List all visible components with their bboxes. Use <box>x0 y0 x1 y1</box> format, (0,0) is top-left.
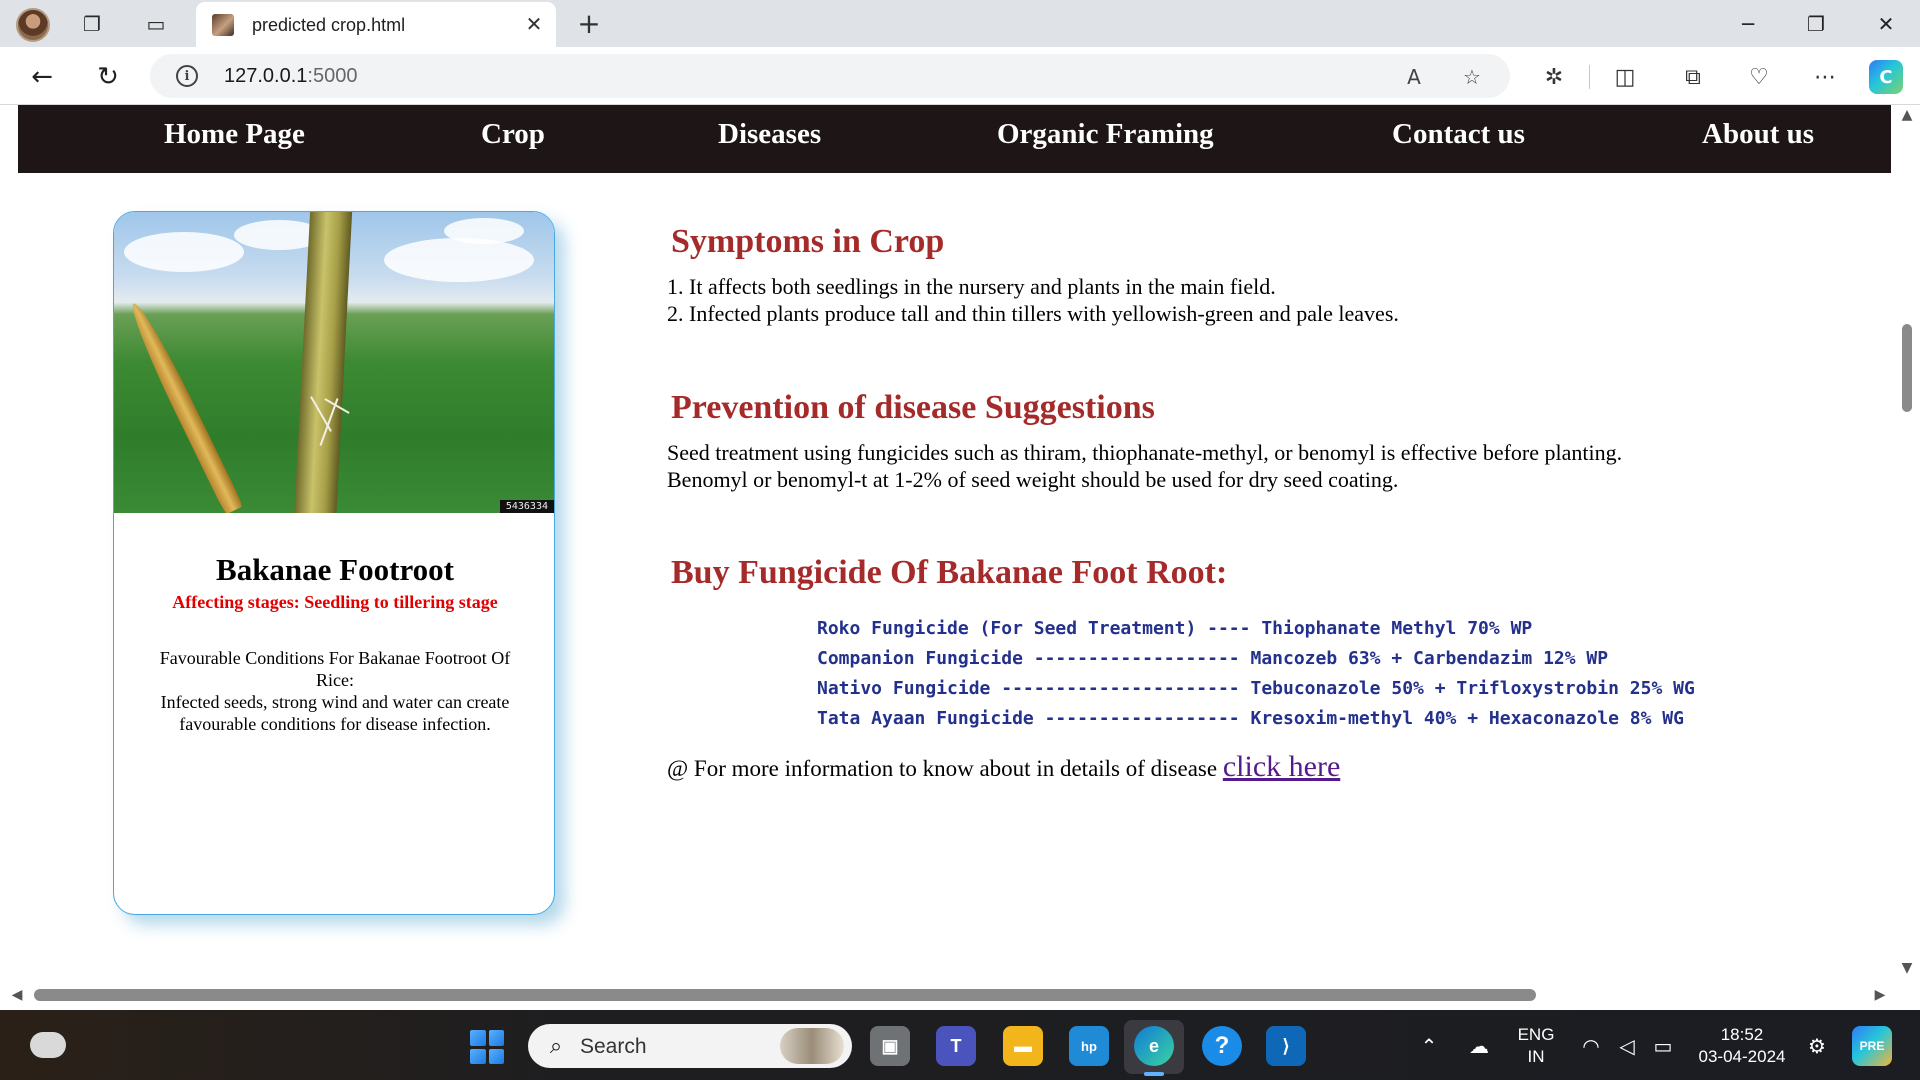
fungicide-item: Companion Fungicide ------------------- … <box>817 648 1609 669</box>
vertical-scroll-thumb[interactable] <box>1902 324 1912 412</box>
fungicide-item: Roko Fungicide (For Seed Treatment) ----… <box>817 618 1533 639</box>
fungicide-item: Nativo Fungicide ---------------------- … <box>817 678 1695 699</box>
copilot-taskbar-icon[interactable]: PRE <box>1852 1026 1892 1066</box>
task-view-icon[interactable]: ▣ <box>870 1026 910 1066</box>
scroll-left-arrow-icon[interactable]: ◀ <box>8 986 26 1004</box>
scroll-up-arrow-icon[interactable]: ▲ <box>1899 107 1915 123</box>
toolbar-separator <box>1589 65 1590 89</box>
tab-actions-icon[interactable]: ▭ <box>140 8 172 40</box>
nav-diseases[interactable]: Diseases <box>718 118 821 151</box>
search-highlight-image <box>780 1028 844 1064</box>
search-placeholder: Search <box>580 1035 647 1058</box>
prevention-heading: Prevention of disease Suggestions <box>671 389 1155 426</box>
conditions-text: Infected seeds, strong wind and water ca… <box>160 692 510 734</box>
nav-organic-framing[interactable]: Organic Framing <box>997 118 1214 151</box>
clock[interactable]: 18:52 03-04-2024 <box>1694 1024 1790 1068</box>
prevention-line-1: Seed treatment using fungicides such as … <box>667 440 1623 465</box>
scroll-down-arrow-icon[interactable]: ▼ <box>1899 960 1915 976</box>
help-icon[interactable]: ? <box>1202 1026 1242 1066</box>
wifi-icon[interactable]: ◠ <box>1578 1034 1604 1058</box>
prevention-line-2: Benomyl or benomyl-t at 1-2% of seed wei… <box>667 467 1399 492</box>
conditions-heading: Favourable Conditions For Bakanae Footro… <box>159 648 511 690</box>
address-bar[interactable]: i 127.0.0.1:5000 A ☆ <box>150 54 1510 98</box>
nav-home-page[interactable]: Home Page <box>164 118 305 151</box>
onedrive-icon[interactable]: ☁ <box>1466 1034 1492 1058</box>
show-hidden-icons-icon[interactable]: ⌃ <box>1416 1034 1442 1058</box>
address-toolbar: ← ↻ i 127.0.0.1:5000 A ☆ ✲ ◫ ⧉ ♡ ⋯ C <box>0 47 1920 105</box>
more-menu-icon[interactable]: ⋯ <box>1808 60 1842 94</box>
language-indicator[interactable]: ENG IN <box>1510 1024 1562 1068</box>
browser-essentials-icon[interactable]: ♡ <box>1742 60 1776 94</box>
battery-icon[interactable]: ▭ <box>1650 1034 1676 1058</box>
start-button[interactable] <box>470 1030 504 1064</box>
refresh-button[interactable]: ↻ <box>90 59 126 95</box>
nav-about-us[interactable]: About us <box>1702 118 1814 151</box>
weather-widget-icon[interactable] <box>30 1032 66 1058</box>
nav-contact-us[interactable]: Contact us <box>1392 118 1525 151</box>
nav-crop[interactable]: Crop <box>481 118 545 151</box>
active-tab[interactable]: predicted crop.html ✕ <box>196 2 556 47</box>
scroll-right-arrow-icon[interactable]: ▶ <box>1871 986 1889 1004</box>
symptoms-heading: Symptoms in Crop <box>671 223 945 260</box>
split-screen-icon[interactable]: ◫ <box>1608 60 1642 94</box>
horizontal-scroll-thumb[interactable] <box>34 989 1536 1001</box>
file-explorer-icon[interactable]: ▬ <box>1003 1026 1043 1066</box>
read-aloud-icon[interactable]: A <box>1400 64 1428 90</box>
close-window-button[interactable]: ✕ <box>1864 6 1908 42</box>
new-tab-button[interactable]: + <box>574 7 604 40</box>
buy-fungicide-heading: Buy Fungicide Of Bakanae Foot Root: <box>671 554 1228 591</box>
vertical-scrollbar[interactable]: ▲ ▼ <box>1893 105 1920 990</box>
tab-favicon-icon <box>212 14 234 36</box>
tab-close-icon[interactable]: ✕ <box>522 12 546 36</box>
restore-button[interactable]: ❐ <box>1794 6 1838 42</box>
symptoms-line-1: 1. It affects both seedlings in the nurs… <box>667 274 1276 299</box>
tab-title: predicted crop.html <box>252 15 406 35</box>
site-navbar: Home Page Crop Diseases Organic Framing … <box>18 105 1891 173</box>
notifications-icon[interactable]: ⚙ <box>1804 1034 1830 1058</box>
symptoms-line-2: 2. Infected plants produce tall and thin… <box>667 301 1399 326</box>
collections-icon[interactable]: ⧉ <box>1676 60 1710 94</box>
click-here-link[interactable]: click here <box>1223 750 1340 783</box>
minimize-button[interactable]: ─ <box>1726 6 1770 42</box>
disease-title: Bakanae Footroot <box>216 552 454 587</box>
windows-taskbar: ⌕ Search ▣ T ▬ hp e ? ⟩ ⌃ ☁ ENG IN ◠ ◁ ▭… <box>0 1010 1920 1080</box>
image-watermark: 5436334 <box>499 500 554 513</box>
edge-running-indicator <box>1144 1072 1164 1076</box>
disease-card: 5436334 Bakanae Footroot Affecting stage… <box>113 211 555 915</box>
fungicide-item: Tata Ayaan Fungicide ------------------ … <box>817 708 1684 729</box>
more-info-line: @ For more information to know about in … <box>667 750 1340 784</box>
browser-tab-bar: ❐ ▭ predicted crop.html ✕ + ─ ❐ ✕ <box>0 0 1920 47</box>
favorite-star-icon[interactable]: ☆ <box>1458 64 1486 90</box>
copilot-icon[interactable]: C <box>1869 60 1903 94</box>
search-icon: ⌕ <box>549 1033 563 1059</box>
affecting-stages: Affecting stages: Seedling to tillering … <box>172 592 498 612</box>
back-button[interactable]: ← <box>24 59 60 95</box>
horizontal-scrollbar[interactable]: ◀ ▶ <box>0 980 1893 1010</box>
volume-icon[interactable]: ◁ <box>1614 1034 1640 1058</box>
teams-icon[interactable]: T <box>936 1026 976 1066</box>
more-info-text: @ For more information to know about in … <box>667 756 1223 781</box>
myhp-icon[interactable]: hp <box>1069 1026 1109 1066</box>
favourable-conditions: Favourable Conditions For Bakanae Footro… <box>140 647 530 735</box>
crop-disease-image: 5436334 <box>114 212 554 513</box>
vscode-icon[interactable]: ⟩ <box>1266 1026 1306 1066</box>
url-text[interactable]: 127.0.0.1:5000 <box>224 65 357 88</box>
workspaces-icon[interactable]: ❐ <box>76 8 108 40</box>
taskbar-search[interactable]: ⌕ Search <box>528 1024 852 1068</box>
profile-avatar[interactable] <box>16 8 50 42</box>
edge-icon[interactable]: e <box>1134 1026 1174 1066</box>
page-viewport: Home Page Crop Diseases Organic Framing … <box>0 105 1920 1011</box>
fungicide-list: Roko Fungicide (For Seed Treatment) ----… <box>817 614 1695 734</box>
site-info-icon[interactable]: i <box>176 65 198 87</box>
extensions-icon[interactable]: ✲ <box>1537 60 1571 94</box>
